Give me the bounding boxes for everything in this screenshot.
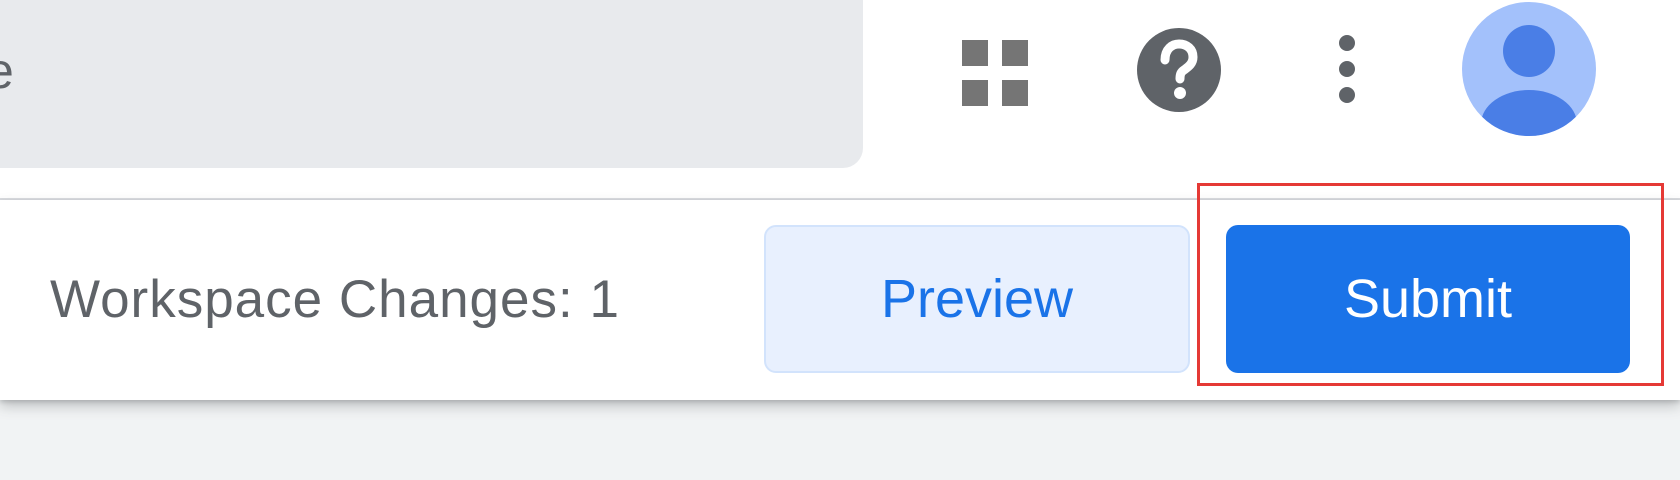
search-box[interactable]: e — [0, 0, 863, 168]
help-icon[interactable] — [1136, 27, 1222, 113]
search-text: e — [0, 46, 14, 96]
submit-button[interactable]: Submit — [1226, 225, 1630, 373]
workspace-changes-label: Workspace Changes: 1 — [50, 270, 620, 329]
account-avatar-icon[interactable] — [1462, 2, 1596, 136]
preview-button[interactable]: Preview — [764, 225, 1190, 373]
top-app-bar: e — [0, 0, 1680, 200]
more-vert-icon[interactable] — [1336, 34, 1358, 104]
apps-grid-icon[interactable] — [960, 38, 1030, 108]
action-bar: Workspace Changes: 1 Preview Submit — [0, 200, 1680, 400]
